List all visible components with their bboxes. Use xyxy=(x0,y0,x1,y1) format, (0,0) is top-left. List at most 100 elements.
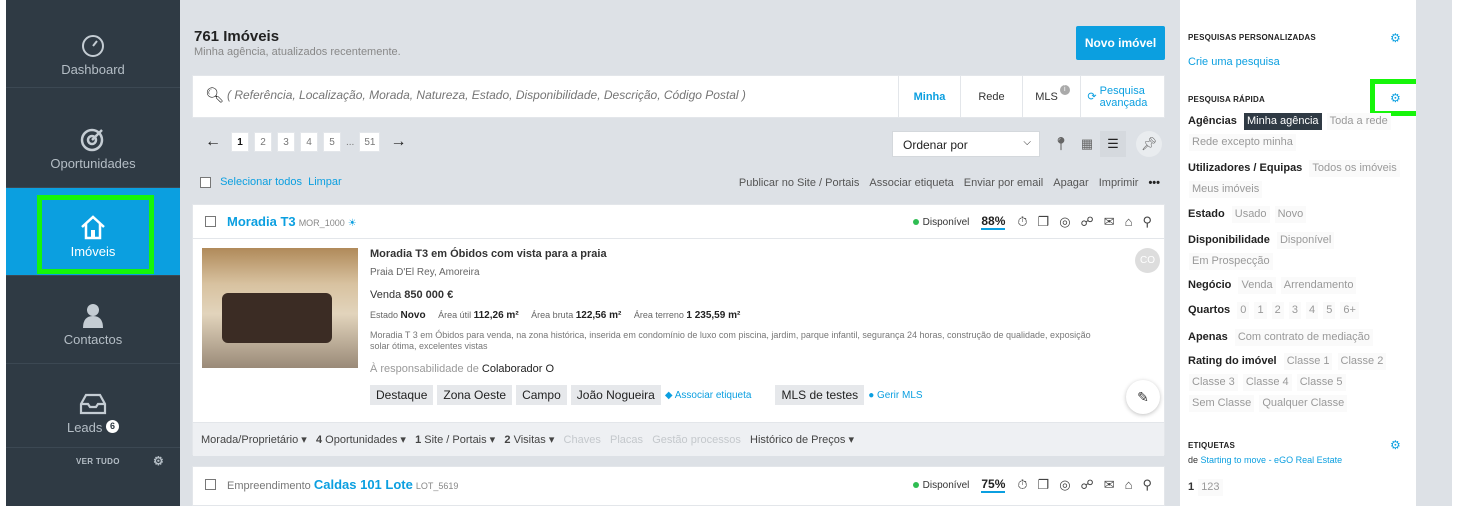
page-button[interactable]: 5 xyxy=(323,132,341,152)
select-all-checkbox[interactable] xyxy=(200,176,211,188)
filter-chip[interactable]: Usado xyxy=(1231,206,1270,223)
filter-chip[interactable]: 3 xyxy=(1288,302,1301,319)
score-badge[interactable]: 88% xyxy=(981,214,1006,230)
print-action[interactable]: Imprimir xyxy=(1099,177,1139,189)
tag-action[interactable]: Associar etiqueta xyxy=(869,177,953,189)
pin-icon[interactable]: ⚲ xyxy=(1142,477,1152,493)
filter-chip[interactable]: Todos os imóveis xyxy=(1309,160,1400,177)
delete-action[interactable]: Apagar xyxy=(1053,177,1088,189)
share-icon[interactable]: ☍ xyxy=(1081,477,1094,493)
filter-chip[interactable]: Qualquer Classe xyxy=(1259,395,1348,412)
filter-chip[interactable]: Classe 4 xyxy=(1242,374,1292,391)
gear-icon[interactable]: ⚙ xyxy=(153,454,164,468)
filter-chip[interactable]: 4 xyxy=(1306,302,1319,319)
filter-chip[interactable]: 0 xyxy=(1237,302,1250,319)
associate-tag-link[interactable]: ◆ Associar etiqueta xyxy=(665,390,752,401)
page-button[interactable]: 51 xyxy=(359,132,381,152)
sort-select[interactable]: Ordenar por ⌵ xyxy=(892,131,1040,157)
filter-chip[interactable]: Com contrato de mediação xyxy=(1234,329,1373,346)
tab-rede[interactable]: Rede xyxy=(960,76,1022,117)
clear-link[interactable]: Limpar xyxy=(308,176,342,188)
target-icon[interactable]: ◎ xyxy=(1059,477,1070,493)
filter-chip[interactable]: Disponível xyxy=(1276,232,1335,249)
graduation-icon[interactable]: ⌂ xyxy=(1125,477,1133,493)
sidebar-item-imoveis[interactable]: Imóveis xyxy=(6,188,180,276)
grid-view-icon[interactable]: ▦ xyxy=(1074,131,1100,157)
advanced-search-link[interactable]: ⟳ Pesquisa avançada xyxy=(1080,76,1164,117)
sidebar-item-leads[interactable]: Leads 6 xyxy=(6,364,180,448)
filter-chip[interactable]: Toda a rede xyxy=(1326,113,1391,130)
page-button[interactable]: 2 xyxy=(254,132,272,152)
clock-icon[interactable]: ⏱ xyxy=(1017,214,1027,230)
tag[interactable]: João Nogueira xyxy=(570,385,661,405)
tag[interactable]: Destaque xyxy=(370,385,434,405)
row-checkbox[interactable] xyxy=(205,216,216,227)
filter-chip[interactable]: 6+ xyxy=(1340,302,1359,319)
select-all-link[interactable]: Selecionar todos xyxy=(220,176,302,188)
list-view-icon[interactable]: ☰ xyxy=(1100,131,1126,157)
etiquetas-source-link[interactable]: Starting to move - eGO Real Estate xyxy=(1201,455,1343,465)
copy-icon[interactable]: ❐ xyxy=(1038,214,1050,230)
filter-chip[interactable]: Arrendamento xyxy=(1280,277,1357,294)
property-title[interactable]: Moradia T3 xyxy=(227,214,296,229)
filter-chip[interactable]: Classe 5 xyxy=(1296,374,1346,391)
filter-chip[interactable]: Novo xyxy=(1274,206,1307,223)
tab-minha[interactable]: Minha xyxy=(898,76,960,117)
owner-menu[interactable]: Morada/Proprietário ▾ xyxy=(201,434,307,446)
sidebar-item-dashboard[interactable]: Dashboard xyxy=(6,0,180,88)
filter-chip[interactable]: Meus imóveis xyxy=(1189,181,1263,198)
filter-chip[interactable]: 2 xyxy=(1271,302,1284,319)
gear-icon[interactable]: ⚙ xyxy=(1390,31,1401,45)
gear-icon[interactable]: ⚙ xyxy=(1390,91,1401,105)
mail-icon[interactable]: ✉ xyxy=(1104,214,1115,230)
publish-action[interactable]: Publicar no Site / Portais xyxy=(739,177,859,189)
share-icon[interactable]: ☍ xyxy=(1081,214,1094,230)
row-checkbox[interactable] xyxy=(205,479,216,490)
portais-menu[interactable]: Site / Portais ▾ xyxy=(424,434,495,446)
filter-chip[interactable]: Classe 1 xyxy=(1283,353,1333,370)
visitas-menu[interactable]: Visitas ▾ xyxy=(514,434,555,446)
map-view-icon[interactable]: 📍︎ xyxy=(1048,131,1074,157)
gear-icon[interactable]: ⚙ xyxy=(1390,438,1401,452)
arrow-left-icon[interactable]: ← xyxy=(200,133,226,151)
historico-menu[interactable]: Histórico de Preços ▾ xyxy=(750,434,854,446)
filter-chip[interactable]: Em Prospecção xyxy=(1189,253,1273,270)
pin-icon[interactable]: 📌︎ xyxy=(1136,131,1162,157)
filter-chip[interactable]: Classe 2 xyxy=(1337,353,1387,370)
property-photo[interactable] xyxy=(202,248,358,368)
filter-chip[interactable]: 1 xyxy=(1254,302,1267,319)
edit-icon[interactable]: ✎ xyxy=(1126,380,1160,414)
tab-mls[interactable]: MLS i xyxy=(1022,76,1080,117)
page-button[interactable]: 3 xyxy=(277,132,295,152)
page-button[interactable]: 1 xyxy=(231,132,249,152)
pin-icon[interactable]: ⚲ xyxy=(1142,214,1152,230)
filter-chip[interactable]: Minha agência xyxy=(1243,113,1322,130)
tag[interactable]: Zona Oeste xyxy=(437,385,513,405)
filter-chip[interactable]: Sem Classe xyxy=(1189,395,1255,412)
create-search-link[interactable]: Crie uma pesquisa xyxy=(1188,56,1280,68)
filter-chip[interactable]: Classe 3 xyxy=(1189,374,1238,391)
email-action[interactable]: Enviar por email xyxy=(964,177,1043,189)
copy-icon[interactable]: ❐ xyxy=(1038,477,1050,493)
new-property-button[interactable]: Novo imóvel xyxy=(1076,26,1165,60)
graduation-icon[interactable]: ⌂ xyxy=(1125,214,1133,230)
arrow-right-icon[interactable]: → xyxy=(385,133,411,151)
property-title[interactable]: Caldas 101 Lote xyxy=(314,477,413,492)
oportunidades-menu[interactable]: Oportunidades ▾ xyxy=(325,434,406,446)
page-button[interactable]: 4 xyxy=(300,132,318,152)
search-input[interactable] xyxy=(227,88,887,102)
more-icon[interactable]: ••• xyxy=(1148,177,1160,189)
target-icon[interactable]: ◎ xyxy=(1059,214,1070,230)
filter-chip[interactable]: Venda xyxy=(1238,277,1276,294)
manage-mls-link[interactable]: ● Gerir MLS xyxy=(868,390,922,401)
filter-chip[interactable]: Rede excepto minha xyxy=(1189,134,1296,151)
filter-chip[interactable]: 123 xyxy=(1198,479,1223,496)
mls-tag[interactable]: MLS de testes xyxy=(775,385,865,405)
tag[interactable]: Campo xyxy=(516,385,567,405)
score-badge[interactable]: 75% xyxy=(981,477,1006,493)
sidebar-item-oportunidades[interactable]: Oportunidades xyxy=(6,100,180,188)
filter-chip[interactable]: 5 xyxy=(1323,302,1336,319)
mail-icon[interactable]: ✉ xyxy=(1104,477,1115,493)
ver-tudo-link[interactable]: VER TUDO xyxy=(76,457,120,466)
sidebar-item-contactos[interactable]: Contactos xyxy=(6,276,180,364)
